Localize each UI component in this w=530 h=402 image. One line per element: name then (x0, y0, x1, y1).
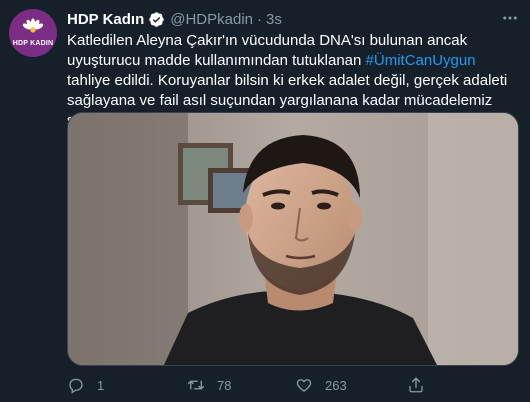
separator-dot: · (257, 10, 262, 28)
share-button[interactable] (407, 374, 425, 396)
author-handle[interactable]: @HDPkadin (170, 11, 253, 28)
retweet-icon (187, 380, 205, 390)
portrait-illustration (68, 113, 518, 365)
tweet-media-photo[interactable] (67, 112, 519, 366)
more-options-icon[interactable] (500, 8, 520, 28)
tweet[interactable]: HDP KADIN HDP Kadın @HDPkadin · 3s Katle… (0, 0, 530, 402)
author-name[interactable]: HDP Kadın (67, 11, 144, 28)
retweet-button[interactable]: 78 (187, 374, 231, 396)
heart-icon (296, 379, 312, 392)
hashtag-link[interactable]: #ÜmitCanUygun (366, 52, 476, 69)
tweet-timestamp[interactable]: 3s (266, 11, 282, 28)
avatar[interactable]: HDP KADIN (9, 9, 57, 57)
verified-badge-icon (148, 11, 165, 28)
reply-button[interactable]: 1 (67, 374, 104, 396)
like-button[interactable]: 263 (295, 374, 347, 396)
tweet-header: HDP Kadın @HDPkadin · 3s (67, 9, 282, 29)
tweet-actions: 1 78 263 (67, 374, 519, 396)
retweet-count: 78 (217, 377, 232, 393)
like-count: 263 (325, 377, 347, 393)
reply-icon (69, 378, 83, 394)
share-icon (409, 377, 423, 393)
hdp-logo-icon (22, 18, 44, 39)
reply-count: 1 (97, 377, 105, 393)
avatar-brand-text: HDP KADIN (12, 40, 54, 47)
